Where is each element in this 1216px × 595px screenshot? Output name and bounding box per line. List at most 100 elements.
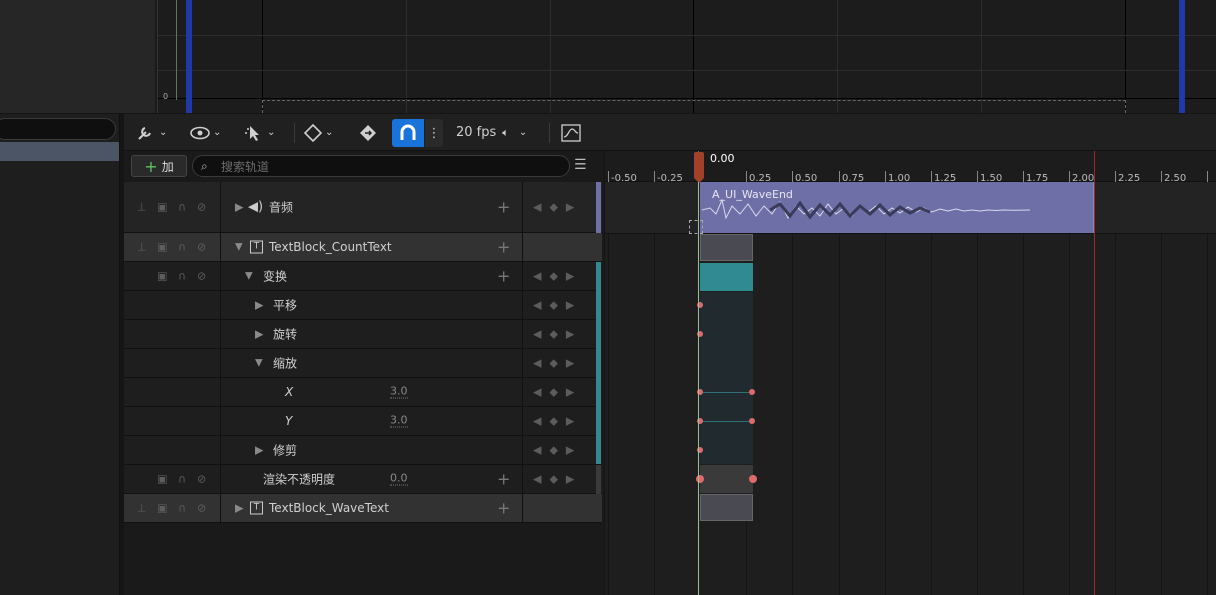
key-nav-icons[interactable]: ◀◆▶ (533, 299, 582, 312)
search-placeholder: 搜索轨道 (221, 159, 270, 174)
pin-icon[interactable]: ⊥ (137, 201, 147, 214)
lock-icon[interactable]: ▣ (157, 241, 167, 254)
diamond-icon[interactable]: ⌄ (304, 114, 333, 151)
keyframe[interactable] (749, 418, 755, 424)
countText-section[interactable] (700, 234, 753, 261)
graph-left-panel (0, 0, 155, 113)
key-nav-icons[interactable]: ◀◆▶ (533, 201, 582, 214)
speaker-icon: ◀) (248, 199, 264, 215)
value-field[interactable]: 3.0 (390, 385, 408, 399)
track-row-opacity[interactable]: ▣ ∩ ⊘ 渲染不透明度 0.0 + ◀◆▶ (124, 465, 602, 494)
headphones-icon[interactable]: ∩ (178, 241, 186, 254)
track-label: TextBlock_CountText (269, 240, 392, 254)
wrench-icon[interactable]: ⌄ (136, 114, 167, 151)
transform-color-bar (596, 262, 601, 464)
lock-icon[interactable]: ▣ (157, 502, 167, 515)
track-row-scale[interactable]: ▼ 缩放 ◀◆▶ (124, 349, 602, 378)
range-end-line[interactable] (1094, 151, 1095, 595)
track-label: TextBlock_WaveText (269, 501, 389, 515)
curve-icon[interactable] (561, 114, 581, 151)
track-row-audio[interactable]: ⊥ ▣ ∩ ⊘ ▶ ◀) 音频 + ◀◆▶ (124, 182, 602, 233)
track-row-scaleX[interactable]: X 3.0 ◀◆▶ (124, 378, 602, 407)
add-icon[interactable]: + (497, 267, 510, 286)
add-track-button[interactable]: + 加 (131, 155, 187, 177)
lock-icon[interactable]: ▣ (157, 270, 167, 283)
chevron-down-icon: ⌄ (159, 127, 168, 138)
disable-icon[interactable]: ⊘ (197, 270, 206, 283)
curve-graph[interactable]: 0 (157, 0, 1216, 113)
chevron-down-icon: ⌄ (213, 127, 222, 138)
graph-zero-label: 0 (163, 92, 169, 101)
headphones-icon[interactable]: ∩ (178, 502, 186, 515)
collapse-arrow-icon[interactable]: ▼ (245, 271, 253, 282)
key-nav-icons[interactable]: ◀◆▶ (533, 415, 582, 428)
key-icon[interactable] (359, 114, 377, 151)
value-field[interactable]: 3.0 (390, 414, 408, 428)
chevron-down-icon: ⌄ (518, 127, 528, 138)
disable-icon[interactable]: ⊘ (197, 473, 206, 486)
key-nav-icons[interactable]: ◀◆▶ (533, 386, 582, 399)
disable-icon[interactable]: ⊘ (197, 502, 206, 515)
lock-icon[interactable]: ▣ (157, 201, 167, 214)
track-row-transform[interactable]: ▣ ∩ ⊘ ▼ 变换 + ◀◆▶ (124, 262, 602, 291)
headphones-icon[interactable]: ∩ (178, 270, 186, 283)
track-label: 旋转 (273, 327, 298, 342)
track-row-countText[interactable]: ⊥ ▣ ∩ ⊘ ▼ T TextBlock_CountText + (124, 233, 602, 262)
waveText-section[interactable] (700, 494, 753, 521)
value-field[interactable]: 0.0 (390, 472, 408, 486)
cursor-icon[interactable]: ⌄ (244, 114, 275, 151)
add-icon[interactable]: + (497, 499, 510, 518)
transform-section[interactable] (700, 263, 753, 291)
lock-icon[interactable]: ▣ (157, 473, 167, 486)
expand-arrow-icon[interactable]: ▶ (235, 201, 243, 214)
range-end-marker[interactable] (1179, 0, 1185, 113)
playhead[interactable] (694, 152, 704, 178)
key-nav-icons[interactable]: ◀◆▶ (533, 270, 582, 283)
track-label: 平移 (273, 298, 298, 313)
disable-icon[interactable]: ⊘ (197, 201, 206, 214)
sequencer-toolbar: ⌄ ⌄ ⌄ ⌄ ⋮ 20 fps 🔈︎ ⌄ (124, 114, 1216, 151)
pin-icon[interactable]: ⊥ (137, 241, 147, 254)
section-bracket-icon (689, 220, 703, 234)
collapse-arrow-icon[interactable]: ▼ (255, 358, 263, 369)
add-icon[interactable]: + (497, 470, 510, 489)
more-icon[interactable]: ⋮ (425, 119, 443, 147)
track-search-input[interactable]: ⌕ 搜索轨道 (192, 155, 570, 177)
track-row-translate[interactable]: ▶ 平移 ◀◆▶ (124, 291, 602, 320)
track-row-rotate[interactable]: ▶ 旋转 ◀◆▶ (124, 320, 602, 349)
expand-arrow-icon[interactable]: ▶ (235, 502, 243, 515)
track-label: X (285, 385, 294, 399)
track-row-scaleY[interactable]: Y 3.0 ◀◆▶ (124, 407, 602, 436)
left-selected-item[interactable] (0, 142, 119, 161)
expand-arrow-icon[interactable]: ▶ (255, 299, 263, 312)
add-icon[interactable]: + (497, 198, 510, 217)
magnet-icon[interactable] (392, 119, 424, 147)
opacity-section[interactable] (700, 465, 753, 493)
waveform-graphic (701, 198, 1031, 220)
keyframe[interactable] (749, 475, 757, 483)
add-icon[interactable]: + (497, 238, 510, 257)
filter-icon[interactable]: ☰ (574, 157, 587, 173)
range-start-marker[interactable] (186, 0, 192, 113)
expand-arrow-icon[interactable]: ▶ (255, 444, 263, 457)
expand-arrow-icon[interactable]: ▶ (255, 328, 263, 341)
eye-icon[interactable]: ⌄ (190, 114, 221, 151)
fps-dropdown[interactable]: 20 fps 🔈︎ ⌄ (456, 114, 527, 151)
key-nav-icons[interactable]: ◀◆▶ (533, 357, 582, 370)
headphones-icon[interactable]: ∩ (178, 201, 186, 214)
pin-icon[interactable]: ⊥ (137, 502, 147, 515)
track-row-waveText[interactable]: ⊥ ▣ ∩ ⊘ ▶ T TextBlock_WaveText + (124, 494, 602, 523)
headphones-icon[interactable]: ∩ (178, 473, 186, 486)
key-nav-icons[interactable]: ◀◆▶ (533, 328, 582, 341)
disable-icon[interactable]: ⊘ (197, 241, 206, 254)
track-label: 音频 (269, 200, 294, 215)
collapse-arrow-icon[interactable]: ▼ (235, 242, 243, 253)
audio-clip[interactable]: A_UI_WaveEnd (700, 182, 1095, 233)
timeline-area[interactable]: -0.50 -0.25 0.25 0.50 0.75 1.00 1.25 1.5… (605, 151, 1216, 595)
left-side-pane (0, 114, 120, 595)
key-nav-icons[interactable]: ◀◆▶ (533, 444, 582, 457)
track-row-shear[interactable]: ▶ 修剪 ◀◆▶ (124, 436, 602, 465)
key-nav-icons[interactable]: ◀◆▶ (533, 473, 582, 486)
keyframe[interactable] (749, 389, 755, 395)
left-search-field[interactable] (0, 118, 116, 140)
